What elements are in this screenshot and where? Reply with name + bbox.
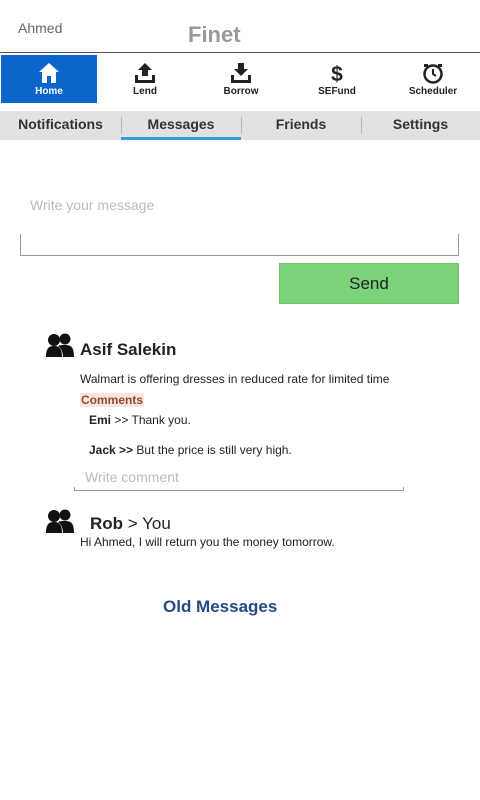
- nav-lend[interactable]: Lend: [97, 55, 193, 103]
- dm-sender: Rob: [90, 514, 124, 533]
- user-group-icon: [46, 333, 74, 357]
- direct-message-header: Rob > You: [90, 514, 171, 534]
- comment-placeholder: Write comment: [85, 469, 179, 485]
- tab-notifications[interactable]: Notifications: [0, 111, 121, 140]
- post-author: Asif Salekin: [80, 340, 177, 359]
- app-title: Finet: [188, 22, 241, 47]
- comments-label[interactable]: Comments: [80, 393, 145, 407]
- dollar-icon: $: [331, 63, 343, 84]
- dm-text: Hi Ahmed, I will return you the money to…: [80, 535, 335, 549]
- comment-item: Jack >> But the price is still very high…: [89, 443, 292, 457]
- comment-text: But the price is still very high.: [136, 443, 292, 457]
- nav-scheduler-label: Scheduler: [408, 86, 458, 97]
- tab-divider: [121, 117, 122, 134]
- post-text: Walmart is offering dresses in reduced r…: [80, 372, 390, 386]
- nav-borrow[interactable]: Borrow: [193, 55, 289, 103]
- message-placeholder: Write your message: [30, 197, 155, 213]
- svg-text:$: $: [331, 63, 343, 84]
- tab-settings[interactable]: Settings: [361, 111, 480, 140]
- download-icon: [231, 63, 251, 83]
- comment-author: Jack >>: [89, 443, 134, 457]
- nav-home[interactable]: Home: [1, 55, 97, 103]
- send-button[interactable]: Send: [279, 263, 459, 304]
- comment-author: Emi: [89, 413, 112, 427]
- old-messages-link[interactable]: Old Messages: [163, 597, 277, 617]
- comment-text: Thank you.: [131, 413, 191, 427]
- main-nav: Home Lend Borrow $ SEFund Scheduler: [0, 55, 480, 103]
- app-header: Ahmed Finet: [0, 0, 480, 53]
- user-name: Ahmed: [18, 20, 63, 36]
- tab-messages[interactable]: Messages: [121, 111, 241, 140]
- tab-friends[interactable]: Friends: [241, 111, 361, 140]
- dm-recipient: > You: [127, 514, 171, 533]
- nav-sefund[interactable]: $ SEFund: [289, 55, 385, 103]
- nav-borrow-label: Borrow: [223, 86, 259, 97]
- comment-separator: >>: [114, 413, 129, 427]
- upload-icon: [135, 63, 155, 83]
- user-group-icon: [46, 509, 74, 533]
- nav-home-label: Home: [35, 86, 63, 97]
- clock-icon: [423, 64, 443, 84]
- nav-sefund-label: SEFund: [318, 86, 356, 97]
- nav-scheduler[interactable]: Scheduler: [385, 55, 480, 103]
- home-icon: [39, 63, 59, 83]
- nav-lend-label: Lend: [133, 86, 157, 97]
- comment-item: Emi >> Thank you.: [89, 413, 191, 427]
- tab-bar: Notifications Messages Friends Settings: [0, 111, 480, 140]
